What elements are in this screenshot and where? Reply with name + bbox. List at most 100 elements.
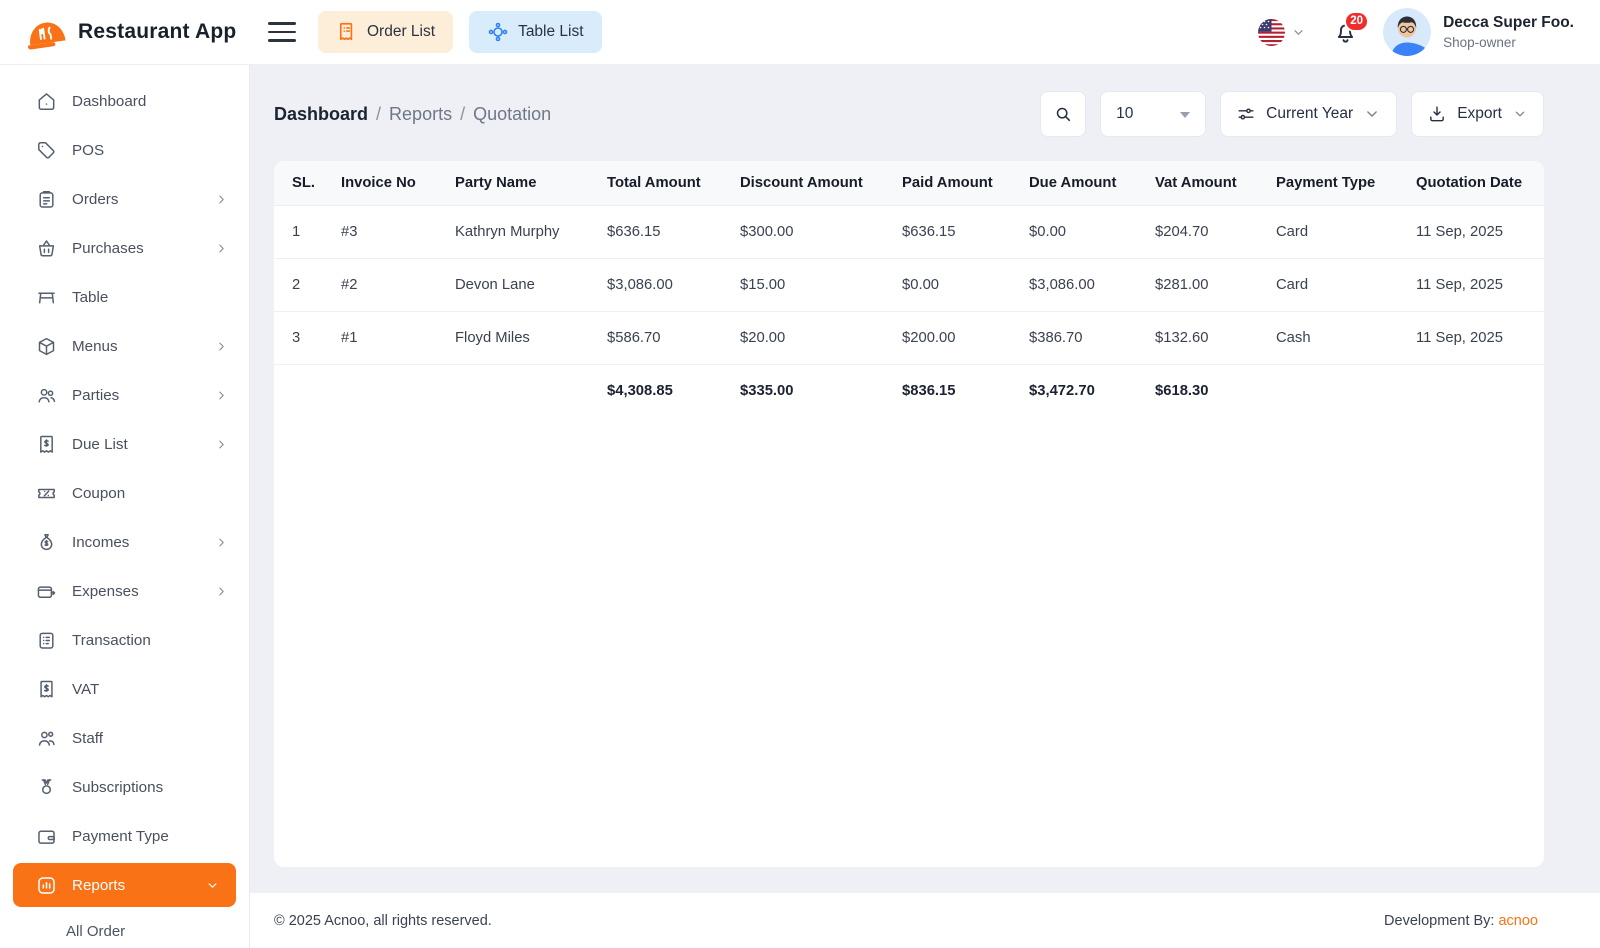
column-header: Discount Amount (740, 161, 902, 206)
sidebar-item-expenses[interactable]: Expenses (0, 567, 249, 616)
order-list-button[interactable]: Order List (318, 11, 453, 53)
copyright-text: © 2025 Acnoo, all rights reserved. (274, 913, 492, 929)
totals-cell-paid: $836.15 (902, 365, 1029, 418)
user-name: Decca Super Foo. (1443, 14, 1574, 32)
table-totals-row: $4,308.85$335.00$836.15$3,472.70$618.30 (274, 365, 1544, 418)
sidebar-item-transaction[interactable]: Transaction (0, 616, 249, 665)
package-icon (36, 336, 57, 357)
brand-name: Restaurant App (78, 20, 236, 44)
column-header: Due Amount (1029, 161, 1155, 206)
language-selector[interactable] (1258, 19, 1306, 46)
table-list-label: Table List (518, 23, 583, 41)
cell-vat: $204.70 (1155, 206, 1276, 259)
sidebar-item-label: Orders (72, 191, 118, 208)
chevron-right-icon (214, 388, 229, 403)
sidebar-item-menus[interactable]: Menus (0, 322, 249, 371)
column-header: Invoice No (341, 161, 455, 206)
per-page-select[interactable]: 10 (1100, 91, 1206, 137)
sidebar-item-incomes[interactable]: Incomes (0, 518, 249, 567)
column-header: Payment Type (1276, 161, 1416, 206)
sidebar-subitem-all-order[interactable]: All Order (0, 909, 249, 948)
sidebar-item-pos[interactable]: POS (0, 126, 249, 175)
app-logo[interactable]: Restaurant App (0, 13, 250, 51)
sidebar-toggle-button[interactable] (268, 22, 296, 41)
chevron-right-icon (214, 339, 229, 354)
sidebar-item-label: VAT (72, 681, 99, 698)
cell-total: $3,086.00 (607, 259, 740, 312)
topbar: Restaurant App Order List Table List (0, 0, 1600, 65)
search-button[interactable] (1040, 91, 1086, 137)
totals-cell-vat: $618.30 (1155, 365, 1276, 418)
cell-sl: 2 (274, 259, 341, 312)
search-icon (1053, 104, 1073, 124)
chevron-right-icon (214, 584, 229, 599)
wallet-out-icon (36, 581, 57, 602)
user-menu[interactable]: Decca Super Foo. Shop-owner (1443, 14, 1574, 50)
totals-cell-due: $3,472.70 (1029, 365, 1155, 418)
sidebar-item-payment-type[interactable]: Payment Type (0, 812, 249, 861)
dev-prefix: Development By: (1384, 913, 1494, 929)
sidebar-item-label: Coupon (72, 485, 125, 502)
cell-due: $386.70 (1029, 312, 1155, 365)
table-list-button[interactable]: Table List (469, 11, 601, 53)
order-list-label: Order List (367, 23, 435, 41)
sidebar-item-due-list[interactable]: Due List (0, 420, 249, 469)
sidebar-item-vat[interactable]: VAT (0, 665, 249, 714)
cell-date: 11 Sep, 2025 (1416, 259, 1544, 312)
quotation-report-card: SL.Invoice NoParty NameTotal AmountDisco… (274, 161, 1544, 867)
medal-icon (36, 777, 57, 798)
export-button[interactable]: Export (1411, 91, 1544, 137)
column-header: Vat Amount (1155, 161, 1276, 206)
cell-due: $3,086.00 (1029, 259, 1155, 312)
table-header-row: SL.Invoice NoParty NameTotal AmountDisco… (274, 161, 1544, 206)
notifications-button[interactable]: 20 (1332, 19, 1359, 46)
sidebar-item-purchases[interactable]: Purchases (0, 224, 249, 273)
sidebar-item-label: Incomes (72, 534, 129, 551)
sidebar-item-label: Staff (72, 730, 103, 747)
breadcrumb-item-reports[interactable]: Reports (389, 104, 452, 125)
sidebar-item-label: POS (72, 142, 104, 159)
sidebar-item-staff[interactable]: Staff (0, 714, 249, 763)
main-area: Dashboard/Reports/Quotation 10 (250, 65, 1600, 948)
tag-icon (36, 140, 57, 161)
cell-payment: Card (1276, 259, 1416, 312)
sliders-icon (1236, 104, 1256, 124)
sidebar-item-table[interactable]: Table (0, 273, 249, 322)
sidebar-item-parties[interactable]: Parties (0, 371, 249, 420)
sidebar-item-label: Table (72, 289, 108, 306)
sidebar-item-label: Parties (72, 387, 119, 404)
user-role: Shop-owner (1443, 35, 1574, 50)
cell-date: 11 Sep, 2025 (1416, 312, 1544, 365)
sidebar-item-coupon[interactable]: Coupon (0, 469, 249, 518)
sidebar-item-label: Expenses (72, 583, 139, 600)
chevron-down-icon (1512, 106, 1528, 122)
order-receipt-icon (336, 21, 358, 43)
home-icon (36, 91, 57, 112)
receipt-vat-icon (36, 679, 57, 700)
table-icon (36, 287, 57, 308)
sidebar-item-dashboard[interactable]: Dashboard (0, 77, 249, 126)
dev-link[interactable]: acnoo (1498, 913, 1538, 929)
totals-cell-discount: $335.00 (740, 365, 902, 418)
sidebar-item-subscriptions[interactable]: Subscriptions (0, 763, 249, 812)
chevron-right-icon (214, 241, 229, 256)
year-filter-button[interactable]: Current Year (1220, 91, 1397, 137)
breadcrumb-item-dashboard[interactable]: Dashboard (274, 104, 368, 125)
clipboard-list-icon (36, 630, 57, 651)
sidebar-item-orders[interactable]: Orders (0, 175, 249, 224)
sidebar-item-label: Dashboard (72, 93, 146, 110)
breadcrumb-item-quotation[interactable]: Quotation (473, 104, 551, 125)
breadcrumb-separator: / (376, 104, 381, 125)
cell-due: $0.00 (1029, 206, 1155, 259)
cell-payment: Cash (1276, 312, 1416, 365)
download-icon (1427, 104, 1447, 124)
table-row: 1#3Kathryn Murphy$636.15$300.00$636.15$0… (274, 206, 1544, 259)
column-header: Total Amount (607, 161, 740, 206)
money-bag-icon (36, 532, 57, 553)
cell-party: Kathryn Murphy (455, 206, 607, 259)
sidebar-item-reports[interactable]: Reports (13, 863, 236, 907)
cell-payment: Card (1276, 206, 1416, 259)
sidebar-item-label: Reports (72, 877, 125, 894)
user-avatar[interactable] (1383, 8, 1431, 56)
breadcrumb: Dashboard/Reports/Quotation (274, 104, 551, 125)
